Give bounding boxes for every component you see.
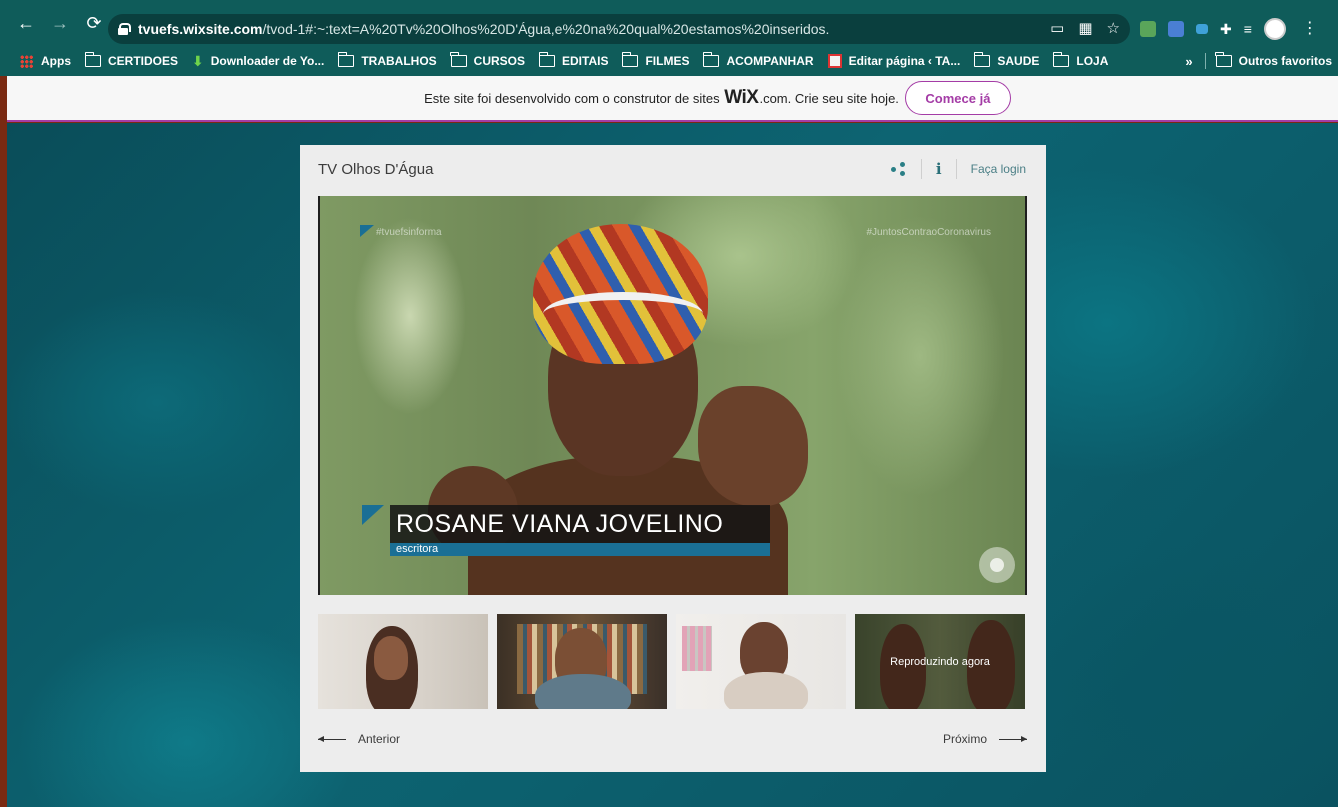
- previous-button[interactable]: Anterior: [318, 732, 400, 746]
- media-queue-icon[interactable]: ≡: [1244, 21, 1252, 37]
- folder-icon: [337, 52, 355, 67]
- extensions-area: ✚ ≡ ⋮: [1140, 18, 1318, 40]
- divider: [955, 159, 957, 179]
- bookmark-separator: [1204, 53, 1206, 69]
- bookmark-certidoes[interactable]: CERTIDOES: [84, 52, 178, 68]
- bookmark-cursos[interactable]: CURSOS: [450, 52, 525, 68]
- back-arrow-icon[interactable]: ←: [14, 11, 38, 35]
- qr-code-icon[interactable]: ▦: [1078, 19, 1092, 37]
- speaker-name: ROSANE VIANA JOVELINO: [390, 505, 770, 543]
- folder-icon: [973, 52, 991, 67]
- arrow-left-icon: [318, 735, 346, 742]
- folder-icon: [1215, 52, 1232, 67]
- folder-icon: [1052, 52, 1070, 67]
- page-icon: [827, 54, 842, 68]
- url-text: tvuefs.wixsite.com/tvod-1#:~:text=A%20Tv…: [138, 21, 830, 37]
- wix-ad-banner: Este site foi desenvolvido com o constru…: [7, 76, 1338, 122]
- more-bookmarks-icon[interactable]: »: [1185, 54, 1192, 69]
- browser-toolbar: ← → ⟳ tvuefs.wixsite.com/tvod-1#:~:text=…: [0, 0, 1338, 46]
- video-thumbnails: Reproduzindo agora: [318, 614, 1025, 709]
- share-icon[interactable]: [890, 162, 905, 176]
- extension-blue-icon[interactable]: [1196, 24, 1208, 34]
- apps-icon: [20, 54, 33, 68]
- bookmark-filmes[interactable]: FILMES: [621, 52, 689, 68]
- now-playing-overlay: Reproduzindo agora: [855, 614, 1025, 709]
- video-thumbnail[interactable]: [497, 614, 667, 709]
- download-icon: ⬇: [192, 52, 204, 69]
- wix-banner-text: Este site foi desenvolvido com o constru…: [424, 87, 899, 108]
- folder-icon: [702, 52, 720, 67]
- more-menu-icon[interactable]: ⋮: [1302, 21, 1318, 37]
- bookmark-editar-pagina[interactable]: Editar página ‹ TA...: [827, 54, 960, 68]
- puzzle-icon[interactable]: ✚: [1220, 21, 1232, 38]
- bookmark-editais[interactable]: EDITAIS: [538, 52, 608, 68]
- channel-logo-icon: [360, 225, 374, 237]
- video-thumbnail[interactable]: [676, 614, 846, 709]
- forward-arrow-icon[interactable]: →: [48, 11, 72, 35]
- bookmark-downloader[interactable]: ⬇ Downloader de Yo...: [192, 53, 324, 70]
- comece-ja-button[interactable]: Comece já: [904, 81, 1011, 115]
- translate-icon[interactable]: [1168, 21, 1184, 37]
- folder-icon: [84, 52, 101, 67]
- lower-third-logo-icon: [362, 505, 384, 525]
- video-player-widget: TV Olhos D'Água i Faça login #tvuefsinfo…: [300, 145, 1046, 772]
- profile-avatar[interactable]: [1263, 18, 1286, 40]
- arrow-right-icon: [999, 735, 1027, 742]
- folder-icon: [621, 52, 639, 67]
- star-icon[interactable]: ☆: [1107, 19, 1120, 37]
- hashtag-watermark: #JuntosContraoCoronavirus: [866, 227, 991, 238]
- login-link[interactable]: Faça login: [971, 162, 1026, 176]
- cast-icon[interactable]: ▭: [1050, 19, 1064, 37]
- reload-icon[interactable]: ⟳: [82, 11, 106, 35]
- hashtag-watermark: #tvuefsinforma: [376, 227, 442, 238]
- bookmark-trabalhos[interactable]: TRABALHOS: [337, 52, 437, 68]
- folder-icon: [538, 52, 555, 67]
- video-person-hand: [698, 386, 808, 506]
- bookmark-acompanhar[interactable]: ACOMPANHAR: [702, 52, 814, 68]
- bookmark-outros-favoritos[interactable]: Outros favoritos: [1215, 52, 1332, 68]
- channel-title: TV Olhos D'Água: [318, 161, 434, 178]
- now-playing-label: Reproduzindo agora: [890, 655, 990, 668]
- extension-green-icon[interactable]: [1140, 21, 1156, 37]
- pager: Anterior Próximo: [318, 732, 1027, 748]
- video-thumbnail-current[interactable]: Reproduzindo agora: [855, 614, 1025, 709]
- speaker-role: escritora: [390, 543, 770, 556]
- info-icon[interactable]: i: [936, 160, 942, 178]
- divider: [920, 159, 922, 179]
- bookmark-apps[interactable]: Apps: [20, 54, 71, 68]
- folder-icon: [450, 52, 467, 67]
- next-button[interactable]: Próximo: [943, 732, 1027, 746]
- lock-icon: [118, 23, 131, 35]
- address-bar[interactable]: tvuefs.wixsite.com/tvod-1#:~:text=A%20Tv…: [108, 14, 1130, 44]
- player-actions: i Faça login: [890, 159, 1026, 179]
- wix-logo[interactable]: WiX: [724, 87, 759, 108]
- main-video[interactable]: #tvuefsinforma #JuntosContraoCoronavirus…: [318, 196, 1027, 595]
- window-edge: [0, 76, 7, 807]
- bookmarks-bar: Apps CERTIDOES ⬇ Downloader de Yo... TRAB…: [0, 46, 1338, 76]
- bookmark-saude[interactable]: SAUDE: [973, 52, 1039, 68]
- video-thumbnail[interactable]: [318, 614, 488, 709]
- bookmark-loja[interactable]: LOJA: [1052, 52, 1108, 68]
- play-icon[interactable]: [979, 547, 1015, 583]
